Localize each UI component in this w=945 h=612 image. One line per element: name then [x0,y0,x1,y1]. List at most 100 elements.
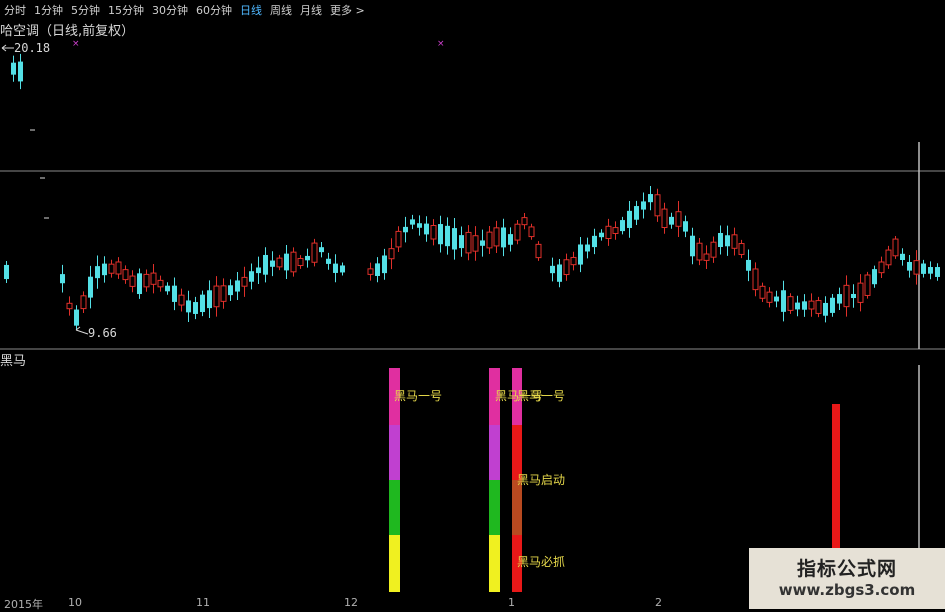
candle-body [830,297,835,313]
candle-body [851,293,856,299]
candle-body [340,265,345,273]
candle-body [795,302,800,310]
signal-label-start: 黑马启动 [517,473,566,487]
signal-bar-segment [489,535,500,592]
candle-body [528,226,535,238]
candle-body [823,302,828,316]
signal-bar-segment [489,425,500,480]
candle-body [115,261,122,275]
candle-body [578,244,583,265]
candle-body [634,206,639,220]
candle-body [228,285,233,296]
signal-bar-segment [389,480,400,535]
candle-body [200,294,205,313]
candle-body [759,285,766,299]
candle-body [787,296,794,311]
candlestick-series [4,53,940,330]
candle-body [18,61,23,82]
candle-body [465,231,472,254]
candle-body [837,294,842,304]
candle-body [4,264,9,280]
candle-body [88,276,93,298]
candle-body [746,259,751,271]
candle-body [669,216,674,225]
candle-body [900,253,905,261]
candle-body [122,269,129,281]
axis-month-label: 1 [508,596,515,609]
candle-body [472,235,479,252]
candle-body [311,242,318,263]
candle-body [193,302,198,314]
candle-body [137,273,142,295]
watermark-url: www.zbgs3.com [778,581,916,599]
candle-body [585,244,590,252]
signal-label-a: 黑马一号 [394,389,443,403]
candle-body [178,294,185,306]
candle-body [731,234,738,249]
candle-body [74,309,79,326]
candle-body [683,221,688,232]
candle-body [514,223,521,241]
candle-body [207,290,212,309]
candle-body [60,274,65,284]
candle-body [913,260,920,275]
candle-body [388,248,395,260]
candle-body [661,208,668,229]
candle-body [452,228,457,250]
candle-body [129,275,136,287]
candle-body [857,282,864,303]
candle-body [802,301,807,310]
candle-body [375,263,380,276]
candle-body [11,62,16,75]
candle-body [143,273,150,288]
candle-body [480,240,485,246]
candle-body [738,243,745,255]
candle-body [808,300,815,310]
candle-body [270,260,275,267]
low-price-label: 9.66 [88,326,117,340]
signal-bar-segment [389,425,400,480]
candle-body [80,295,87,310]
candle-body [550,265,555,274]
candle-body [213,285,220,308]
candle-body [493,227,500,247]
candle-body [878,261,885,274]
indicator-title: 黑马 [0,354,27,369]
candle-body [276,257,283,268]
candle-body [774,296,779,302]
candle-body [403,226,408,233]
candle-body [696,242,703,261]
candle-body [395,230,402,248]
candle-body [921,263,926,274]
candle-body [459,235,464,249]
candle-body [928,267,933,274]
candle-body [417,223,422,228]
marker-x: × [72,39,80,49]
signal-bar-segment [489,480,500,535]
candle-body [430,225,437,240]
low-arrow [75,326,89,335]
candle-body [599,232,604,238]
candle-body [284,253,289,271]
candle-body [263,254,268,275]
axis-month-label: 12 [344,596,358,609]
candle-body [592,235,597,248]
candle-body [752,268,759,291]
candle-body [641,201,646,210]
candle-body [319,247,324,253]
candle-body [297,257,304,267]
axis-month-label: 11 [196,596,210,609]
candle-body [690,235,695,257]
candle-body [186,300,191,313]
candle-body [172,285,177,302]
candle-body [256,267,261,274]
candle-body [935,267,940,277]
chart-canvas[interactable]: × × [0,0,945,609]
candle-body [305,255,310,261]
candle-body [885,249,892,266]
signal-bar-segment [512,480,522,535]
watermark-title: 指标公式网 [796,558,897,580]
candle-body [612,227,619,234]
candle-body [563,259,570,276]
candle-body [620,220,625,232]
